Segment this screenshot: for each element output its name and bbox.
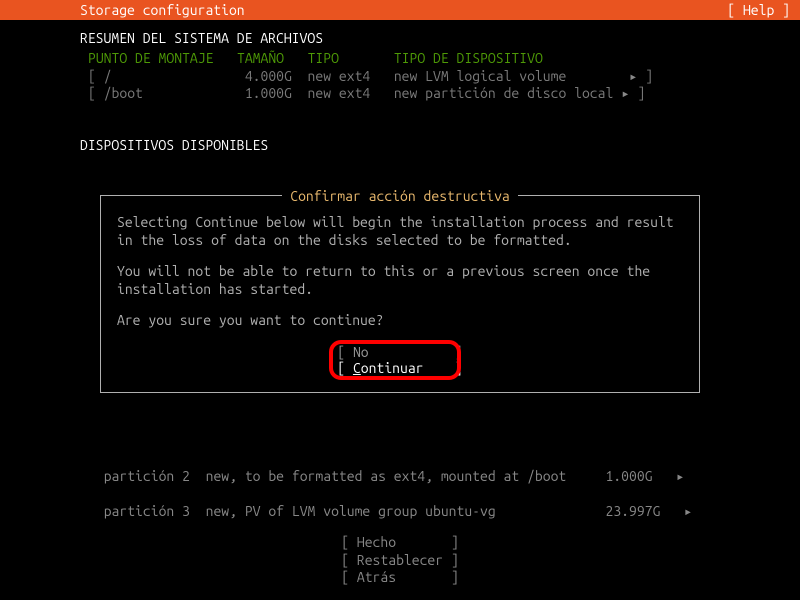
table-row[interactable]: [ /boot 1.000G new ext4 new partición de… xyxy=(88,85,800,103)
table-row[interactable]: [ / 4.000G new ext4 new LVM logical volu… xyxy=(88,68,800,86)
done-button[interactable]: [ Hecho ] xyxy=(0,534,800,552)
table-row[interactable]: partición 3 new, PV of LVM volume group … xyxy=(88,503,692,521)
dialog-text: Are you sure you want to continue? xyxy=(117,312,683,330)
confirm-dialog: Confirmar acción destructiva Selecting C… xyxy=(100,195,700,393)
content: RESUMEN DEL SISTEMA DE ARCHIVOS PUNTO DE… xyxy=(0,20,800,153)
dialog-text: Selecting Continue below will begin the … xyxy=(117,214,683,249)
fs-summary-table: PUNTO DE MONTAJE TAMAÑO TIPO TIPO DE DIS… xyxy=(0,50,800,103)
fs-summary-title: RESUMEN DEL SISTEMA DE ARCHIVOS xyxy=(0,30,800,46)
dialog-text: You will not be able to return to this o… xyxy=(117,263,683,298)
chevron-right-icon: ▸ xyxy=(684,503,692,519)
table-row[interactable]: partición 2 new, to be formatted as ext4… xyxy=(88,468,692,486)
chevron-right-icon: ▸ xyxy=(621,85,629,101)
back-button[interactable]: [ Atrás ] xyxy=(0,569,800,587)
header-bar: Storage configuration [ Help ] xyxy=(0,0,800,20)
fs-headers: PUNTO DE MONTAJE TAMAÑO TIPO TIPO DE DIS… xyxy=(88,50,800,68)
no-button[interactable]: [ No ] xyxy=(117,344,683,360)
help-button[interactable]: [ Help ] xyxy=(727,2,790,18)
dialog-body: Selecting Continue below will begin the … xyxy=(117,214,683,330)
dialog-title: Confirmar acción destructiva xyxy=(282,188,518,204)
chevron-right-icon: ▸ xyxy=(629,68,637,84)
bottom-buttons: [ Hecho ] [ Restablecer ] [ Atrás ] xyxy=(0,534,800,587)
partition-list: partición 2 new, to be formatted as ext4… xyxy=(88,450,692,538)
chevron-right-icon: ▸ xyxy=(676,468,684,484)
available-devices-title: DISPOSITIVOS DISPONIBLES xyxy=(0,137,800,153)
page-title: Storage configuration xyxy=(80,2,245,18)
continue-button[interactable]: [ Continuar ] xyxy=(337,360,462,376)
reset-button[interactable]: [ Restablecer ] xyxy=(0,552,800,570)
